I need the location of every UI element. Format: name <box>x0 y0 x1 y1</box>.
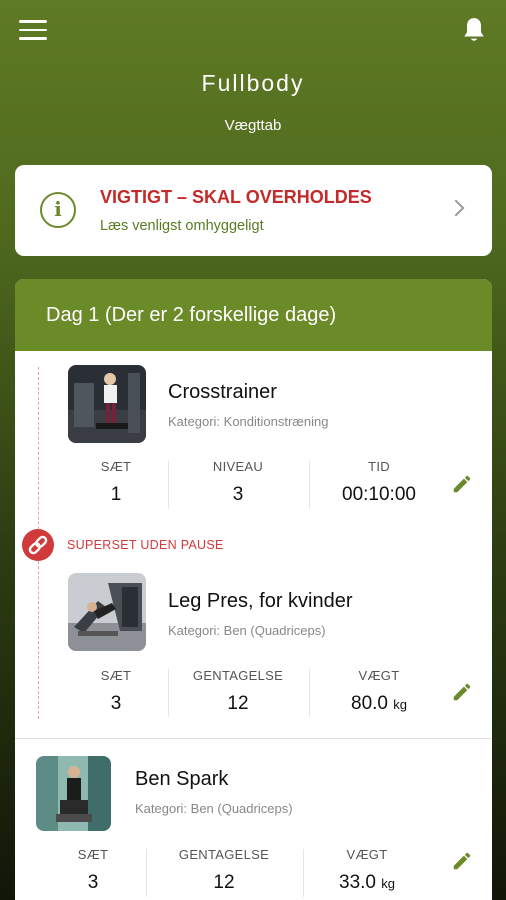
top-bar <box>0 0 506 62</box>
edit-pencil-icon[interactable] <box>451 850 473 872</box>
exercise-name: Leg Pres, for kvinder <box>168 590 353 612</box>
day-header: Dag 1 (Der er 2 forskellige dage) <box>15 279 492 351</box>
edit-pencil-icon[interactable] <box>451 681 473 703</box>
exercise-thumbnail[interactable] <box>36 756 111 831</box>
exercise-item[interactable]: Leg Pres, for kvinder Kategori: Ben (Qua… <box>15 561 492 739</box>
exercise-category: Kategori: Ben (Quadriceps) <box>135 801 293 816</box>
exercise-thumbnail[interactable] <box>68 573 146 651</box>
link-icon <box>22 529 54 561</box>
exercise-category: Kategori: Ben (Quadriceps) <box>168 623 326 638</box>
exercise-item[interactable]: Crosstrainer Kategori: Konditionstræning… <box>15 351 492 531</box>
exercise-item[interactable]: Ben Spark Kategori: Ben (Quadriceps) SÆT… <box>15 739 492 900</box>
stat-weight: VÆGT 33.0 kg <box>339 847 395 893</box>
stat-time: TID 00:10:00 <box>342 459 416 505</box>
important-notice-card[interactable]: i VIGTIGT – SKAL OVERHOLDES Læs venligst… <box>15 165 492 256</box>
stat-sets: SÆT 3 <box>100 668 132 714</box>
superset-label: SUPERSET UDEN PAUSE <box>67 538 224 552</box>
notice-title: VIGTIGT – SKAL OVERHOLDES <box>100 187 372 207</box>
exercise-name: Crosstrainer <box>168 381 277 403</box>
stat-sets: SÆT 3 <box>77 847 109 893</box>
stat-reps: GENTAGELSE 12 <box>192 668 284 714</box>
stat-reps: GENTAGELSE 12 <box>178 847 270 893</box>
info-icon: i <box>40 192 76 228</box>
page-title: Fullbody <box>201 70 305 96</box>
page-subtitle: Vægttab <box>224 117 282 134</box>
stat-sets: SÆT 1 <box>100 459 132 505</box>
stat-weight: VÆGT 80.0 kg <box>351 668 407 714</box>
chevron-right-icon <box>447 199 465 217</box>
day-card: Dag 1 (Der er 2 forskellige dage) Crosst… <box>15 279 492 900</box>
exercise-thumbnail[interactable] <box>68 365 146 443</box>
stat-level: NIVEAU 3 <box>212 459 264 505</box>
exercise-category: Kategori: Konditionstræning <box>168 414 329 429</box>
bell-icon[interactable] <box>461 16 487 44</box>
notice-subtitle: Læs venligst omhyggeligt <box>100 218 264 234</box>
hamburger-menu-icon[interactable] <box>19 20 47 42</box>
edit-pencil-icon[interactable] <box>451 473 473 495</box>
exercise-name: Ben Spark <box>135 768 229 790</box>
